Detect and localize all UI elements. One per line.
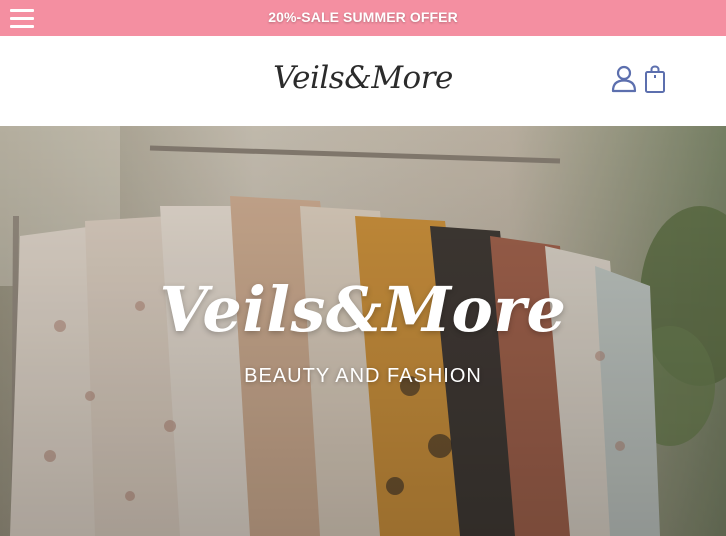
site-logo[interactable]: Veils&More (270, 56, 456, 104)
user-icon[interactable] (611, 65, 637, 93)
hero-banner: Veils&More BEAUTY AND FASHION (0, 126, 726, 536)
hero-title: Veils&More (159, 273, 567, 346)
hero-subtitle: BEAUTY AND FASHION (244, 365, 482, 387)
shopping-bag-icon[interactable] (643, 64, 667, 94)
promo-bar: 20%-SALE SUMMER OFFER (0, 0, 726, 36)
site-header: Veils&More (0, 36, 726, 126)
promo-text[interactable]: 20%-SALE SUMMER OFFER (0, 0, 726, 36)
